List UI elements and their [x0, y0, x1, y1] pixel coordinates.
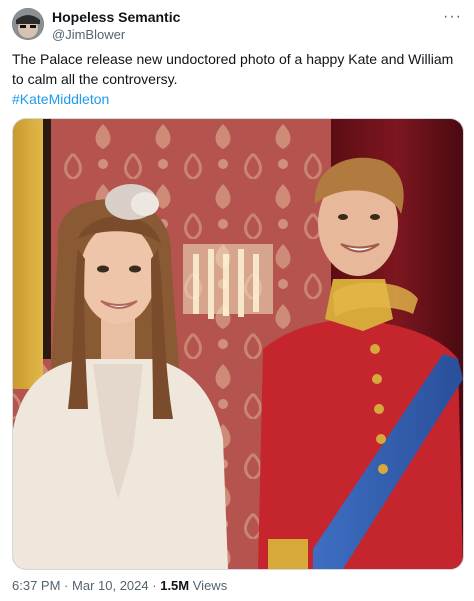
views-label: Views [192, 578, 228, 593]
photo-illustration [13, 119, 463, 569]
tweet-body: The Palace release new undoctored photo … [12, 51, 454, 87]
meta-separator: · [64, 578, 69, 593]
tweet-date[interactable]: Mar 10, 2024 [72, 578, 149, 593]
avatar[interactable] [12, 8, 44, 40]
handle[interactable]: @JimBlower [52, 26, 180, 43]
more-horizontal-icon[interactable]: ··· [443, 8, 462, 26]
display-name[interactable]: Hopeless Semantic [52, 9, 180, 26]
tweet-photo[interactable] [12, 118, 464, 570]
hashtag-link[interactable]: #KateMiddleton [12, 89, 458, 109]
tweet-meta: 6:37 PM · Mar 10, 2024 · 1.5M Views [12, 578, 227, 593]
views-count: 1.5M [160, 578, 190, 593]
meta-separator: · [152, 578, 157, 593]
tweet-time[interactable]: 6:37 PM [12, 578, 60, 593]
tweet-header: Hopeless Semantic @JimBlower ··· [12, 8, 462, 44]
tweet-text: The Palace release new undoctored photo … [12, 49, 458, 109]
